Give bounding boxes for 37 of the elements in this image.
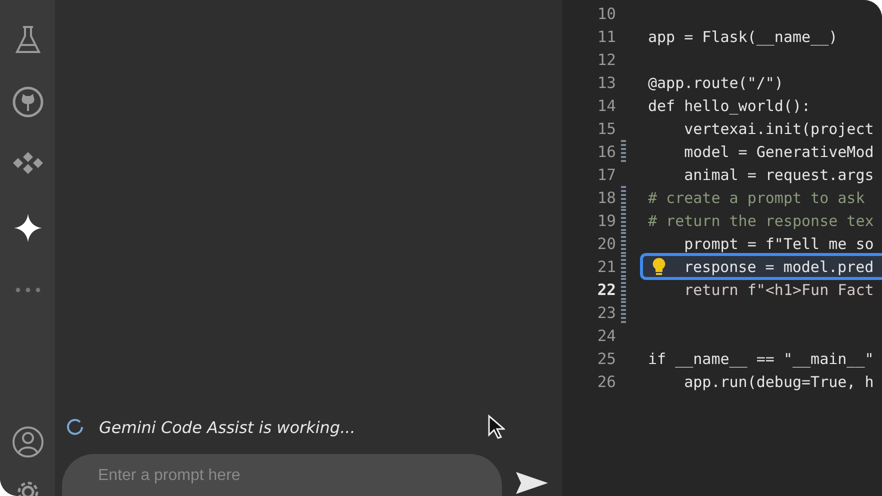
code-line: def hello_world(): [648,96,811,114]
github-icon[interactable] [12,86,44,118]
line-number: 11 [596,28,616,46]
prompt-field[interactable]: Enter a prompt here [62,454,502,496]
account-icon[interactable] [12,426,44,458]
line-number: 19 [596,212,616,230]
code-line: vertexai.init(project [683,120,874,138]
line-number: 17 [596,166,616,184]
code-line: if __name__ == "__main__" [648,350,874,368]
lightbulb-icon [652,258,666,276]
line-number: 22 [596,280,616,298]
code-line: model = GenerativeMod [683,142,874,160]
line-number: 21 [596,258,616,276]
send-icon[interactable] [516,472,548,494]
line-number: 25 [596,350,616,368]
line-number: 20 [596,234,616,252]
line-number: 14 [596,96,616,114]
line-number: 15 [596,120,616,138]
line-number: 13 [596,74,616,92]
status-text: Gemini Code Assist is working... [99,418,356,436]
code-line: @app.route("/") [648,74,784,92]
code-line: return f"<h1>Fun Fact [683,280,874,298]
code-line: app.run(debug=True, h [683,372,874,390]
code-line: # create a prompt to ask [648,188,865,206]
code-line: response = model.pred [684,258,874,276]
line-number: 16 [596,142,616,160]
line-number: 26 [596,372,616,390]
code-line: app = Flask(__name__) [648,28,838,46]
line-number: 24 [596,326,616,344]
line-number: 23 [596,304,616,322]
line-number: 10 [596,4,616,22]
code-line: prompt = f"Tell me so [683,234,874,252]
code-line: # return the response tex [648,212,874,230]
pointer-icon [487,414,506,440]
line-number: 12 [596,50,616,68]
code-line: animal = request.args [683,166,874,184]
line-number: 18 [596,188,616,206]
